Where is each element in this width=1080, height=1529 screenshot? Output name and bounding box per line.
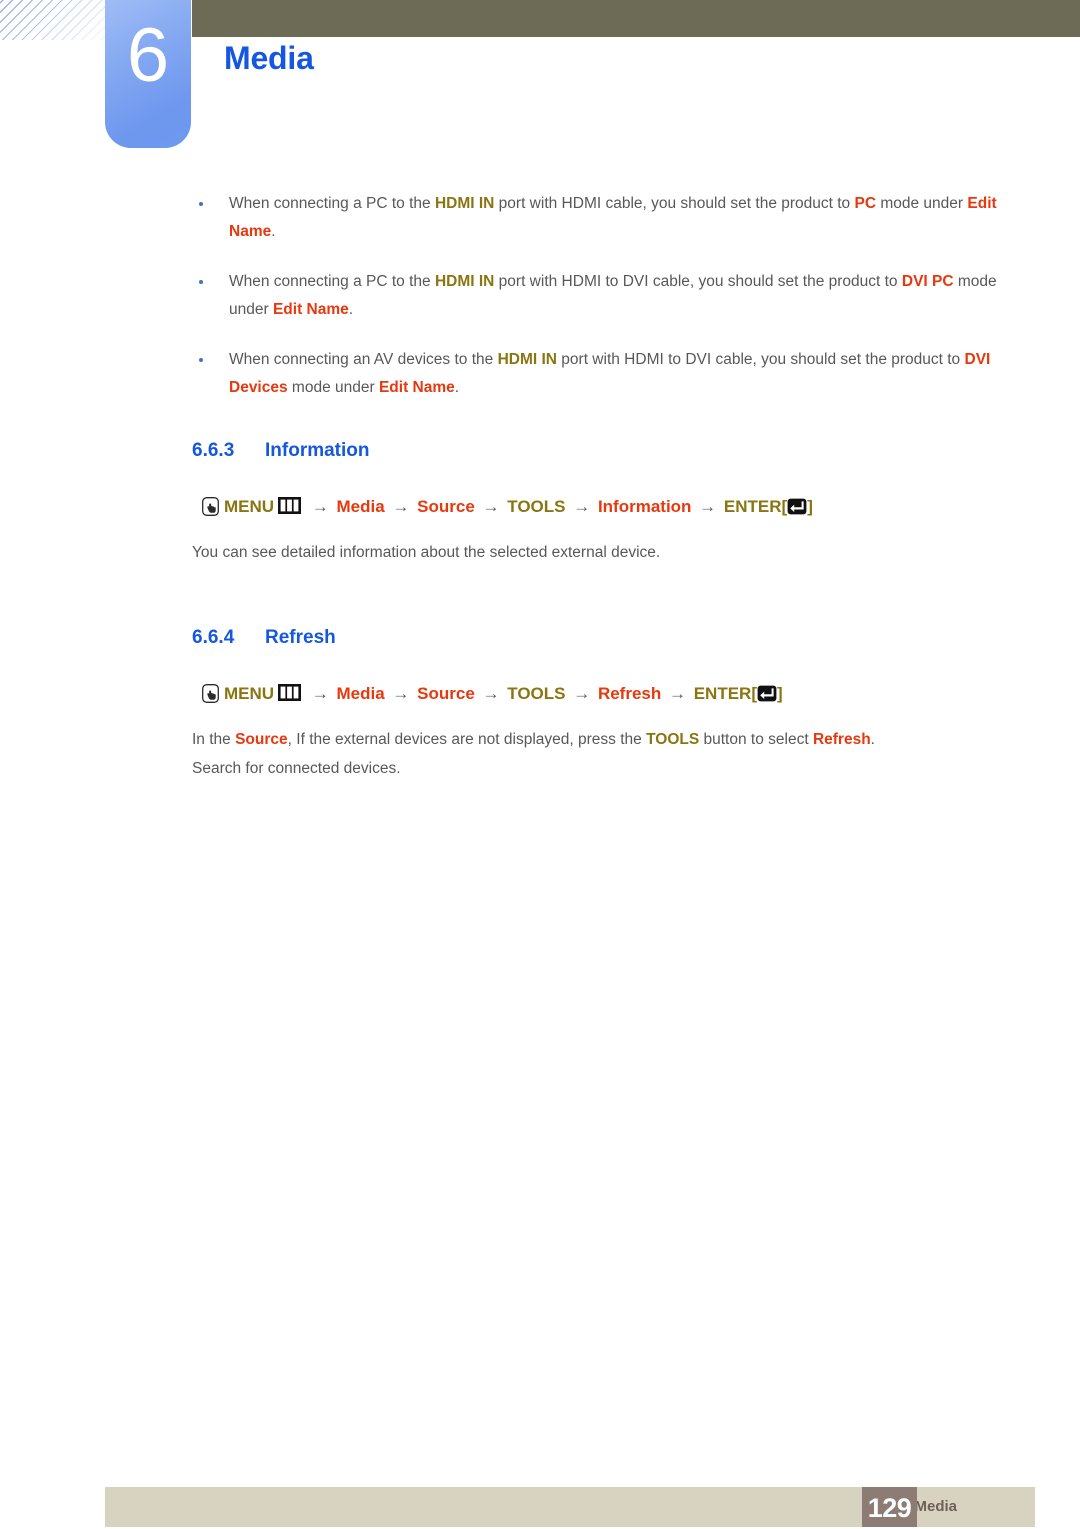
note-bullet-item: When connecting a PC to the HDMI IN port…: [0, 190, 1080, 246]
section-paragraph: In the Source, If the external devices a…: [192, 725, 1008, 754]
menu-path-step[interactable]: Refresh: [598, 684, 661, 703]
bullet-dot-icon: [199, 202, 203, 206]
header-olive-bar: [192, 0, 1080, 37]
highlight-term: TOOLS: [646, 731, 700, 748]
menu-grid-icon: [278, 683, 302, 701]
arrow-right-icon: →: [477, 497, 505, 516]
text-run: .: [271, 223, 276, 240]
menu-path-step[interactable]: Source: [417, 497, 475, 516]
menu-button-label[interactable]: MENU: [224, 684, 274, 703]
text-run: port with HDMI cable, you should set the…: [494, 195, 855, 212]
highlight-term: DVI PC: [901, 273, 954, 290]
arrow-right-icon: →: [477, 684, 505, 703]
enter-key-icon: [787, 497, 807, 515]
text-run: button to select: [699, 731, 813, 748]
section-heading: 6.6.3 Information: [192, 438, 1008, 464]
manual-section: 6.6.3 Information MENU → Media → Source → …: [0, 438, 1080, 567]
text-run: port with HDMI to DVI cable, you should …: [494, 273, 902, 290]
text-run: When connecting an AV devices to the: [229, 351, 498, 368]
section-heading: 6.6.4 Refresh: [192, 625, 1008, 651]
text-run: mode under: [287, 379, 379, 396]
arrow-right-icon: →: [387, 684, 415, 703]
arrow-right-icon: →: [568, 497, 595, 516]
text-run: .: [454, 379, 460, 396]
highlight-term: Edit Name: [378, 379, 455, 396]
menu-path-step[interactable]: Information: [598, 497, 692, 516]
text-run: port with HDMI to DVI cable, you should …: [556, 351, 965, 368]
arrow-right-icon: →: [307, 497, 334, 516]
text-run: Search for connected devices.: [192, 760, 401, 777]
section-paragraph: You can see detailed information about t…: [192, 538, 1008, 567]
enter-button-label[interactable]: ENTER: [694, 684, 752, 703]
page-content: When connecting a PC to the HDMI IN port…: [0, 190, 1080, 783]
highlight-term: HDMI IN: [434, 273, 495, 290]
note-text: When connecting a PC to the HDMI IN port…: [229, 195, 997, 240]
section-number: 6.6.3: [192, 440, 235, 461]
text-run: When connecting a PC to the: [229, 195, 435, 212]
menu-path-step[interactable]: Media: [337, 497, 385, 516]
arrow-right-icon: →: [664, 684, 691, 703]
section-title: Information: [265, 440, 370, 461]
note-text: When connecting a PC to the HDMI IN port…: [229, 273, 997, 318]
highlight-term: Refresh: [812, 731, 871, 748]
manual-section: 6.6.4 Refresh MENU → Media → Source → TOOL…: [0, 625, 1080, 783]
note-text: When connecting an AV devices to the HDM…: [229, 351, 990, 396]
menu-path-step[interactable]: TOOLS: [507, 497, 565, 516]
text-run: In the: [192, 731, 236, 748]
text-run: mode under: [876, 195, 968, 212]
menu-navigation-path: MENU → Media → Source → TOOLS → Informat…: [202, 494, 1008, 520]
text-run: When connecting a PC to the: [229, 273, 435, 290]
bullet-dot-icon: [199, 280, 203, 284]
bullet-dot-icon: [199, 358, 203, 362]
menu-button-label[interactable]: MENU: [224, 497, 274, 516]
notes-list: When connecting a PC to the HDMI IN port…: [0, 190, 1080, 402]
text-run: .: [870, 731, 875, 748]
arrow-right-icon: →: [694, 497, 721, 516]
menu-path-step[interactable]: TOOLS: [507, 684, 565, 703]
arrow-right-icon: →: [568, 684, 595, 703]
highlight-term: Edit Name: [272, 301, 349, 318]
note-bullet-item: When connecting a PC to the HDMI IN port…: [0, 268, 1080, 324]
chapter-number: 6: [126, 13, 170, 98]
page-title: Media: [224, 40, 314, 76]
sections-host: 6.6.3 Information MENU → Media → Source → …: [0, 438, 1080, 783]
hand-pointer-icon: [202, 684, 219, 703]
highlight-term: HDMI IN: [434, 195, 495, 212]
highlight-term: PC: [854, 195, 877, 212]
menu-path-step[interactable]: Media: [337, 684, 385, 703]
text-run: , If the external devices are not displa…: [287, 731, 647, 748]
section-number: 6.6.4: [192, 627, 235, 648]
footer-page-number: 129: [862, 1487, 917, 1527]
decorative-hatch-pattern: [0, 0, 112, 40]
bracket-close: ]: [777, 684, 783, 703]
arrow-right-icon: →: [307, 684, 334, 703]
bracket-close: ]: [807, 497, 813, 516]
text-run: You can see detailed information about t…: [192, 544, 661, 561]
section-paragraph: Search for connected devices.: [192, 754, 1008, 783]
highlight-term: Source: [235, 731, 288, 748]
text-run: .: [348, 301, 354, 318]
hand-pointer-icon: [202, 497, 219, 516]
highlight-term: HDMI IN: [497, 351, 557, 368]
arrow-right-icon: →: [387, 497, 415, 516]
enter-button-label[interactable]: ENTER: [724, 497, 782, 516]
menu-grid-icon: [278, 496, 302, 514]
section-title: Refresh: [265, 627, 336, 648]
chapter-tab: 6: [105, 0, 191, 148]
menu-navigation-path: MENU → Media → Source → TOOLS → Refresh …: [202, 681, 1008, 707]
menu-path-step[interactable]: Source: [417, 684, 475, 703]
note-bullet-item: When connecting an AV devices to the HDM…: [0, 346, 1080, 402]
enter-key-icon: [757, 684, 777, 702]
